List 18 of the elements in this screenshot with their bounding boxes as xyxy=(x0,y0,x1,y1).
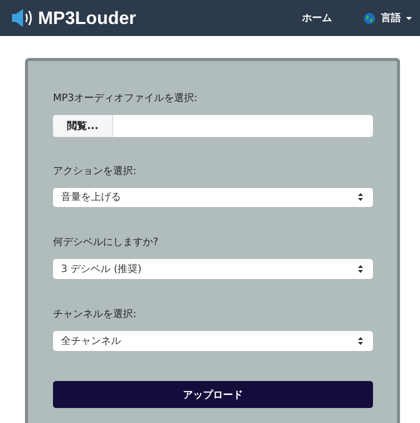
brand-name[interactable]: MP3Louder xyxy=(38,8,136,28)
browse-button[interactable]: 閲覧... xyxy=(53,115,114,137)
select-dropdown[interactable]: 音量を上げる xyxy=(53,188,373,208)
upload-button[interactable]: アップロード xyxy=(53,381,373,408)
file-label: MP3オーディオファイルを選択: xyxy=(53,92,198,105)
sort-arrows-icon xyxy=(358,337,363,346)
file-input[interactable]: 閲覧... xyxy=(53,115,373,137)
sort-arrows-icon xyxy=(358,265,363,274)
home-link[interactable]: ホーム xyxy=(302,11,332,25)
globe-icon xyxy=(364,12,375,24)
sort-arrows-icon xyxy=(358,193,363,202)
field-label: 何デシベルにしますか? xyxy=(53,236,160,250)
select-dropdown[interactable]: 全チャンネル xyxy=(53,331,373,352)
language-dropdown[interactable]: 言語 xyxy=(381,11,412,25)
speaker-icon xyxy=(12,8,34,28)
field-label: アクションを選択: xyxy=(53,164,138,178)
field-label: チャンネルを選択: xyxy=(53,308,138,322)
select-dropdown[interactable]: 3 デシベル (推奨) xyxy=(53,259,373,280)
